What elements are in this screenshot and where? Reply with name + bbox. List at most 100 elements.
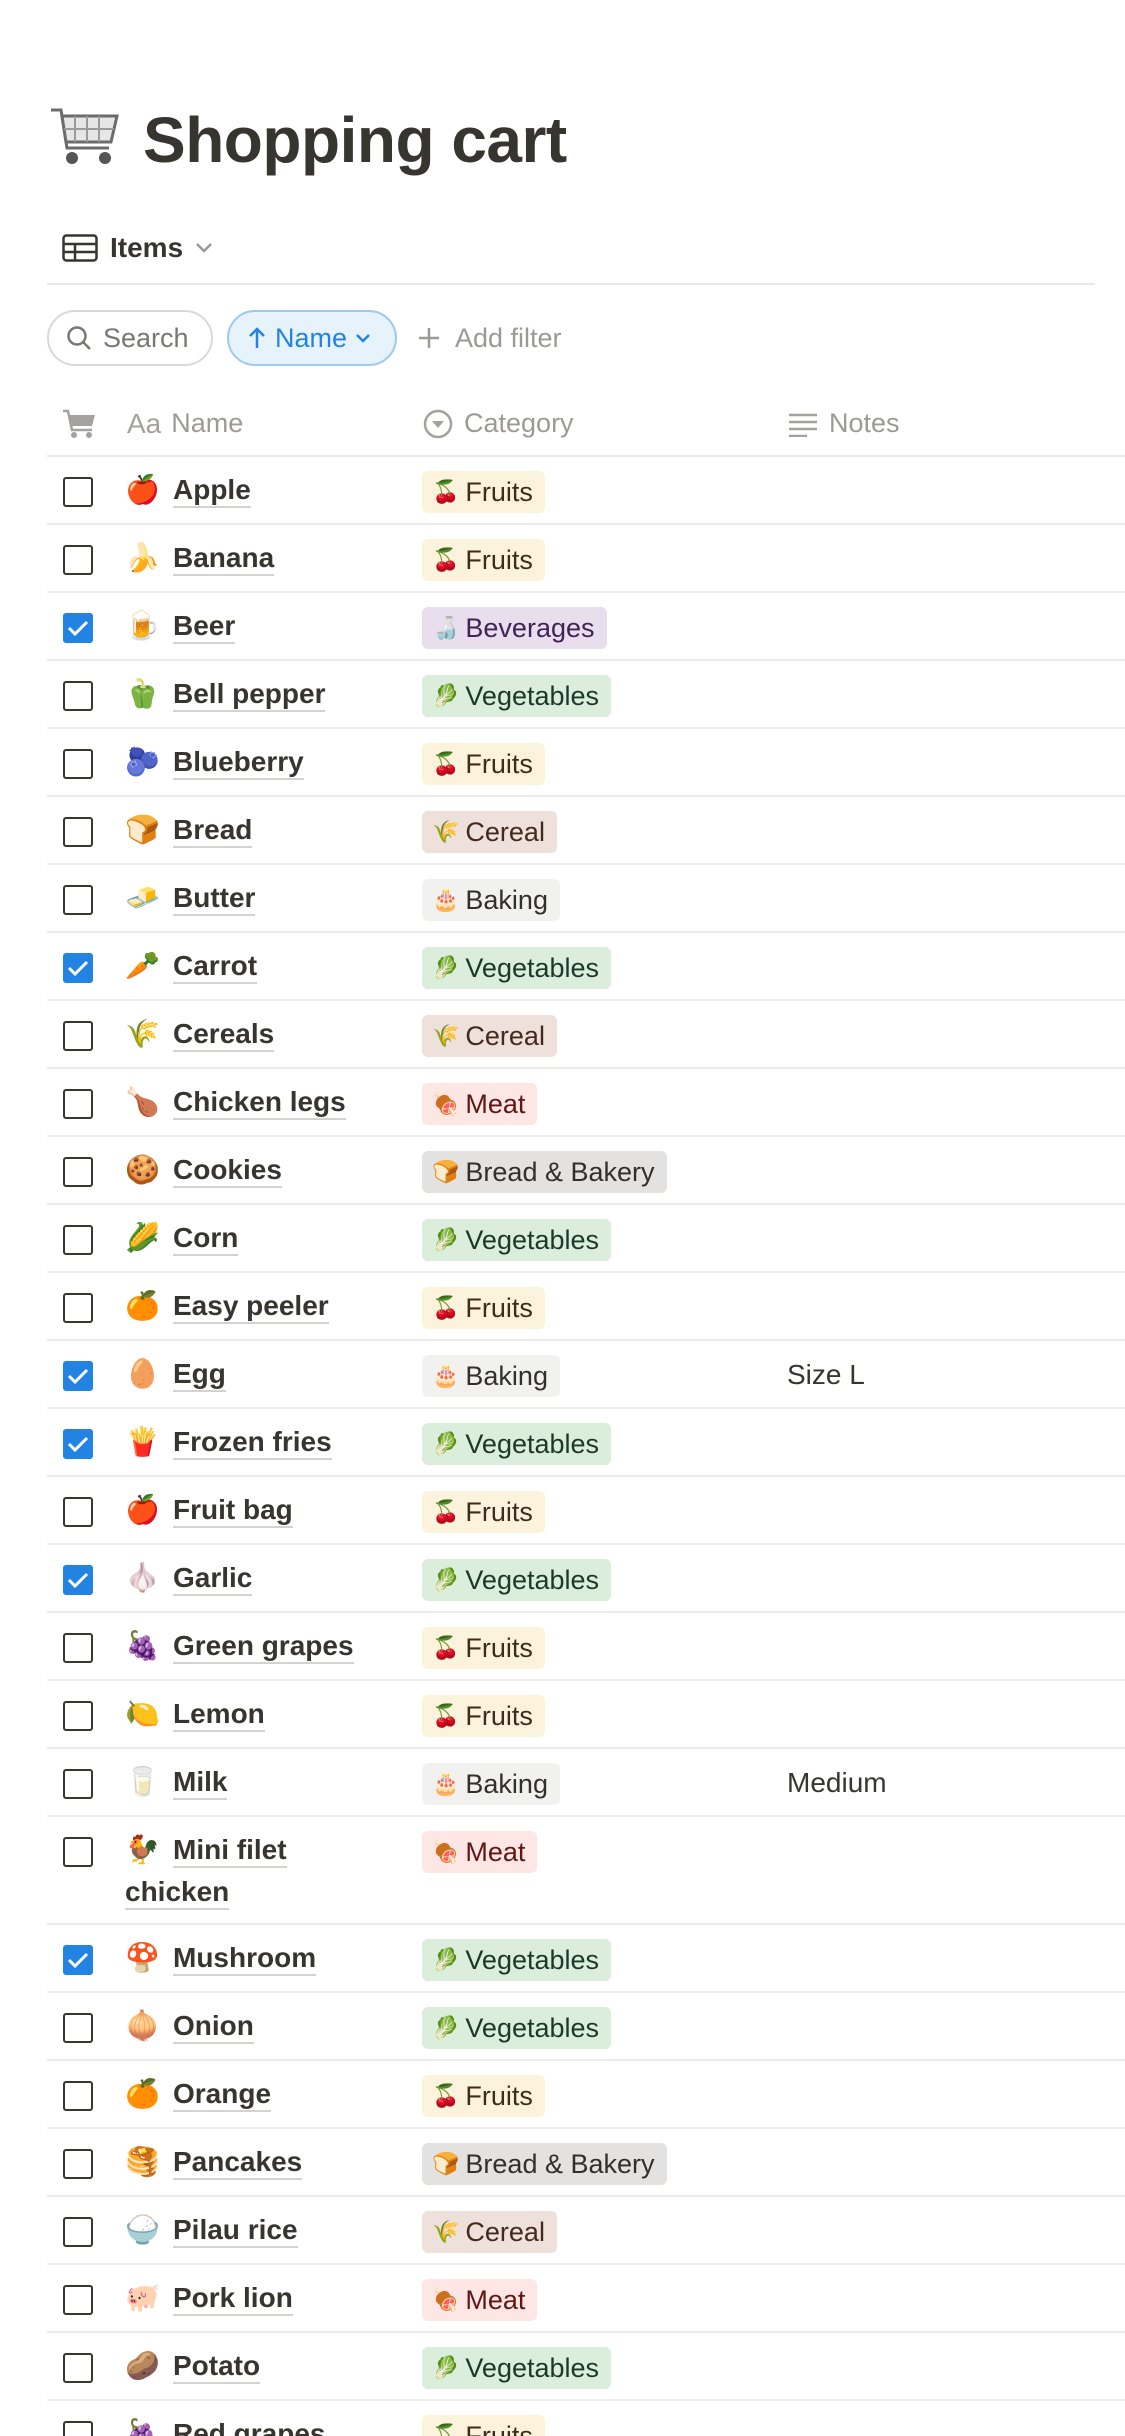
item-checkbox[interactable] (63, 1225, 93, 1255)
item-checkbox[interactable] (63, 2285, 93, 2315)
item-name[interactable]: Carrot (173, 950, 258, 984)
item-checkbox[interactable] (63, 1361, 93, 1391)
item-name-cell[interactable]: 🍊 Orange (125, 2073, 365, 2115)
item-checkbox[interactable] (63, 545, 93, 575)
column-header-checkbox[interactable] (61, 392, 107, 455)
table-row[interactable]: 🫐 Blueberry 🍒 Fruits (47, 729, 1125, 797)
item-checkbox[interactable] (63, 1293, 93, 1323)
item-checkbox[interactable] (63, 953, 93, 983)
item-name[interactable]: Green grapes (173, 1630, 354, 1664)
item-name[interactable]: Milk (173, 1766, 228, 1800)
item-notes[interactable]: Size L (787, 1354, 865, 1396)
item-name-cell[interactable]: 🧄 Garlic (125, 1557, 365, 1599)
table-row[interactable]: 🥔 Potato 🥬 Vegetables (47, 2333, 1125, 2401)
category-tag[interactable]: 🍒 Fruits (422, 1287, 545, 1329)
table-row[interactable]: 🍺 Beer 🍶 Beverages (47, 593, 1125, 661)
table-row[interactable]: 🍎 Fruit bag 🍒 Fruits (47, 1477, 1125, 1545)
category-tag[interactable]: 🥬 Vegetables (422, 2007, 612, 2049)
category-tag[interactable]: 🥬 Vegetables (422, 675, 612, 717)
item-checkbox[interactable] (63, 817, 93, 847)
item-name-cell[interactable]: 🍊 Easy peeler (125, 1285, 365, 1327)
table-row[interactable]: 🍗 Chicken legs 🍖 Meat (47, 1069, 1125, 1137)
item-name-cell[interactable]: 🍪 Cookies (125, 1149, 365, 1191)
item-name[interactable]: Beer (173, 610, 236, 644)
item-checkbox[interactable] (63, 2217, 93, 2247)
item-checkbox[interactable] (63, 613, 93, 643)
table-row[interactable]: 🌽 Corn 🥬 Vegetables (47, 1205, 1125, 1273)
item-name-cell[interactable]: 🍗 Chicken legs (125, 1081, 365, 1123)
item-checkbox[interactable] (63, 1021, 93, 1051)
table-row[interactable]: 🍋 Lemon 🍒 Fruits (47, 1681, 1125, 1749)
item-name-cell[interactable]: 🫐 Blueberry (125, 741, 365, 783)
item-name-cell[interactable]: 🥛 Milk (125, 1761, 365, 1803)
category-tag[interactable]: 🍶 Beverages (422, 607, 607, 649)
item-name[interactable]: Corn (173, 1222, 239, 1256)
item-name-cell[interactable]: 🌾 Cereals (125, 1013, 365, 1055)
item-name[interactable]: Cookies (173, 1154, 282, 1188)
item-name[interactable]: Pork lion (173, 2282, 293, 2316)
item-name[interactable]: Frozen fries (173, 1426, 332, 1460)
item-name-cell[interactable]: 🐖 Pork lion (125, 2277, 365, 2319)
table-row[interactable]: 🐖 Pork lion 🍖 Meat (47, 2265, 1125, 2333)
item-checkbox[interactable] (63, 681, 93, 711)
item-checkbox[interactable] (63, 1565, 93, 1595)
category-tag[interactable]: 🍒 Fruits (422, 471, 545, 513)
item-name-cell[interactable]: 🧈 Butter (125, 877, 365, 919)
table-row[interactable]: 🫑 Bell pepper 🥬 Vegetables (47, 661, 1125, 729)
table-row[interactable]: 🧄 Garlic 🥬 Vegetables (47, 1545, 1125, 1613)
item-name[interactable]: Bell pepper (173, 678, 326, 712)
item-checkbox[interactable] (63, 2149, 93, 2179)
item-name-cell[interactable]: 🍋 Lemon (125, 1693, 365, 1735)
category-tag[interactable]: 🎂 Baking (422, 1763, 560, 1805)
category-tag[interactable]: 🎂 Baking (422, 879, 560, 921)
item-notes[interactable]: Medium (787, 1762, 887, 1804)
item-checkbox[interactable] (63, 2353, 93, 2383)
item-name[interactable]: Potato (173, 2350, 261, 2384)
item-name[interactable]: Egg (173, 1358, 226, 1392)
table-row[interactable]: 🧈 Butter 🎂 Baking (47, 865, 1125, 933)
item-name[interactable]: Garlic (173, 1562, 253, 1596)
item-name[interactable]: Blueberry (173, 746, 304, 780)
column-header-name[interactable]: Aa Name (127, 392, 243, 455)
category-tag[interactable]: 🍒 Fruits (422, 2415, 545, 2436)
category-tag[interactable]: 🍞 Bread & Bakery (422, 1151, 667, 1193)
item-name-cell[interactable]: 🍺 Beer (125, 605, 365, 647)
item-checkbox[interactable] (63, 1089, 93, 1119)
item-name[interactable]: Cereals (173, 1018, 275, 1052)
add-filter-button[interactable]: Add filter (417, 323, 562, 354)
item-checkbox[interactable] (63, 1837, 93, 1867)
category-tag[interactable]: 🥬 Vegetables (422, 1559, 612, 1601)
item-name[interactable]: Lemon (173, 1698, 265, 1732)
item-checkbox[interactable] (63, 1945, 93, 1975)
table-row[interactable]: 🍚 Pilau rice 🌾 Cereal (47, 2197, 1125, 2265)
item-name-cell[interactable]: 🧅 Onion (125, 2005, 365, 2047)
item-checkbox[interactable] (63, 1701, 93, 1731)
category-tag[interactable]: 🎂 Baking (422, 1355, 560, 1397)
table-row[interactable]: 🍟 Frozen fries 🥬 Vegetables (47, 1409, 1125, 1477)
table-row[interactable]: 🥞 Pancakes 🍞 Bread & Bakery (47, 2129, 1125, 2197)
item-checkbox[interactable] (63, 2013, 93, 2043)
category-tag[interactable]: 🍒 Fruits (422, 539, 545, 581)
item-name[interactable]: Chicken legs (173, 1086, 346, 1120)
category-tag[interactable]: 🍖 Meat (422, 1083, 538, 1125)
shopping-cart-icon[interactable] (47, 102, 123, 178)
category-tag[interactable]: 🍞 Bread & Bakery (422, 2143, 667, 2185)
item-name[interactable]: Mushroom (173, 1942, 317, 1976)
table-row[interactable]: 🍪 Cookies 🍞 Bread & Bakery (47, 1137, 1125, 1205)
table-row[interactable]: 🍇 Green grapes 🍒 Fruits (47, 1613, 1125, 1681)
table-row[interactable]: 🥚 Egg 🎂 Baking Size L (47, 1341, 1125, 1409)
item-checkbox[interactable] (63, 2081, 93, 2111)
item-name-cell[interactable]: 🥞 Pancakes (125, 2141, 365, 2183)
item-checkbox[interactable] (63, 885, 93, 915)
item-name[interactable]: Onion (173, 2010, 254, 2044)
category-tag[interactable]: 🍖 Meat (422, 2279, 538, 2321)
search-button[interactable]: Search (47, 310, 213, 366)
category-tag[interactable]: 🍒 Fruits (422, 743, 545, 785)
item-name-cell[interactable]: 🫑 Bell pepper (125, 673, 365, 715)
category-tag[interactable]: 🌾 Cereal (422, 811, 557, 853)
table-row[interactable]: 🌾 Cereals 🌾 Cereal (47, 1001, 1125, 1069)
category-tag[interactable]: 🥬 Vegetables (422, 1423, 612, 1465)
table-row[interactable]: 🍊 Easy peeler 🍒 Fruits (47, 1273, 1125, 1341)
column-header-category[interactable]: Category (422, 392, 574, 455)
table-row[interactable]: 🧅 Onion 🥬 Vegetables (47, 1993, 1125, 2061)
